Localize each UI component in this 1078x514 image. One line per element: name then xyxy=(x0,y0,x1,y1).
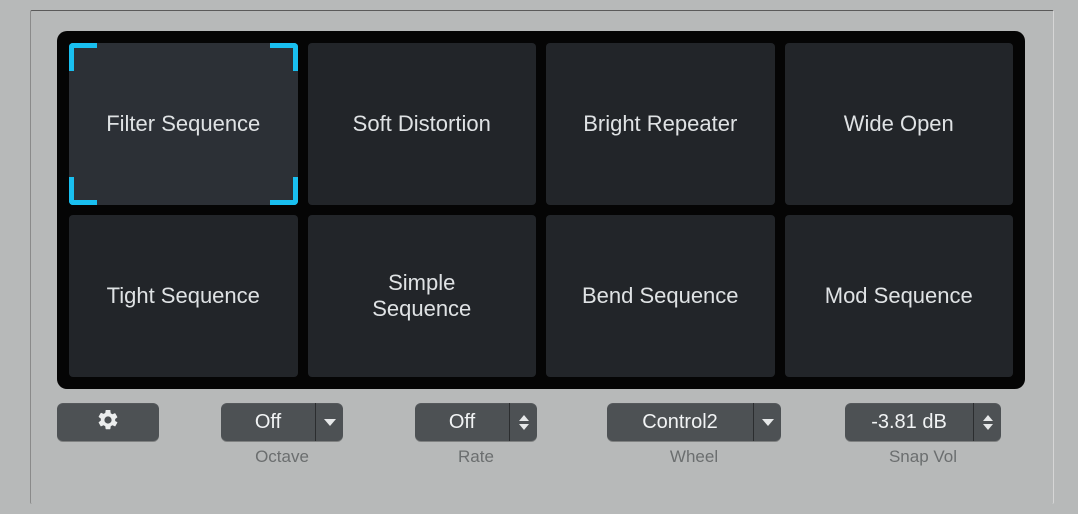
octave-dropdown[interactable]: Off xyxy=(221,403,343,441)
pad-wide-open[interactable]: Wide Open xyxy=(785,43,1014,205)
gear-icon xyxy=(96,408,120,437)
rate-value: Off xyxy=(415,403,509,441)
pad-bright-repeater[interactable]: Bright Repeater xyxy=(546,43,775,205)
stepper-arrows-icon xyxy=(973,403,1001,441)
octave-value: Off xyxy=(221,403,315,441)
pad-label: Filter Sequence xyxy=(106,111,260,137)
pad-label: Simple Sequence xyxy=(362,270,482,323)
snap-vol-stepper[interactable]: -3.81 dB xyxy=(845,403,1001,441)
snap-vol-value: -3.81 dB xyxy=(845,403,973,441)
octave-group: Off Octave xyxy=(221,403,343,467)
chevron-down-icon xyxy=(315,403,343,441)
rate-group: Off Rate xyxy=(415,403,537,467)
pad-mod-sequence[interactable]: Mod Sequence xyxy=(785,215,1014,377)
pad-label: Bend Sequence xyxy=(582,283,739,309)
wheel-dropdown[interactable]: Control2 xyxy=(607,403,781,441)
wheel-label: Wheel xyxy=(670,447,718,467)
pad-label: Bright Repeater xyxy=(583,111,737,137)
pad-simple-sequence[interactable]: Simple Sequence xyxy=(308,215,537,377)
pad-bend-sequence[interactable]: Bend Sequence xyxy=(546,215,775,377)
settings-group xyxy=(57,403,159,441)
rate-label: Rate xyxy=(458,447,494,467)
snap-vol-label: Snap Vol xyxy=(889,447,957,467)
controls-row: Off Octave Off Rate Control2 Wheel - xyxy=(57,403,1027,467)
pad-soft-distortion[interactable]: Soft Distortion xyxy=(308,43,537,205)
wheel-value: Control2 xyxy=(607,403,753,441)
octave-label: Octave xyxy=(255,447,309,467)
settings-button[interactable] xyxy=(57,403,159,441)
wheel-group: Control2 Wheel xyxy=(607,403,781,467)
stepper-arrows-icon xyxy=(509,403,537,441)
pads-grid: Filter Sequence Soft Distortion Bright R… xyxy=(69,43,1013,377)
snap-vol-group: -3.81 dB Snap Vol xyxy=(845,403,1001,467)
pads-frame: Filter Sequence Soft Distortion Bright R… xyxy=(57,31,1025,389)
pad-label: Soft Distortion xyxy=(353,111,491,137)
pad-filter-sequence[interactable]: Filter Sequence xyxy=(69,43,298,205)
snapshot-panel: Filter Sequence Soft Distortion Bright R… xyxy=(30,10,1054,504)
pad-label: Wide Open xyxy=(844,111,954,137)
pad-label: Tight Sequence xyxy=(107,283,260,309)
pad-tight-sequence[interactable]: Tight Sequence xyxy=(69,215,298,377)
pad-label: Mod Sequence xyxy=(825,283,973,309)
chevron-down-icon xyxy=(753,403,781,441)
rate-stepper[interactable]: Off xyxy=(415,403,537,441)
